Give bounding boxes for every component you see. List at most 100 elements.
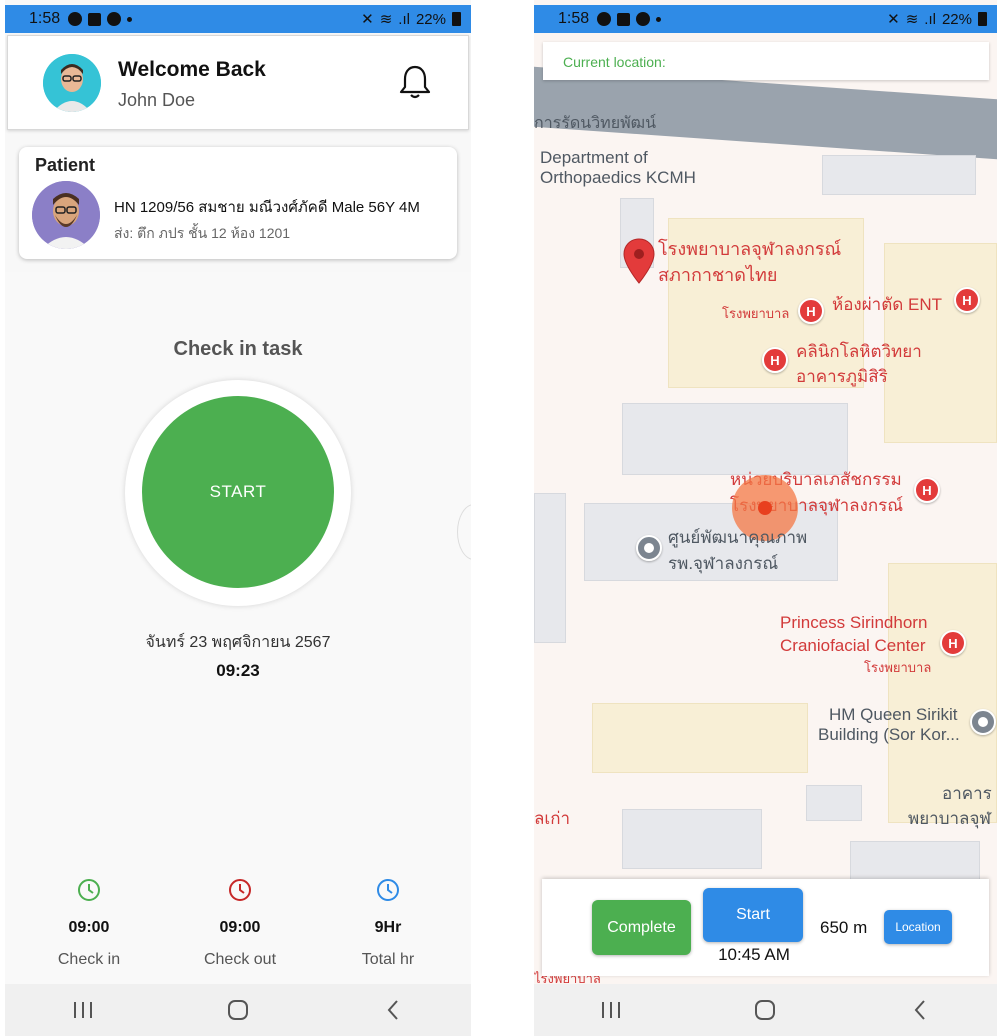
map-building <box>622 403 848 475</box>
complete-button[interactable]: Complete <box>592 900 691 955</box>
map-label-dept: Orthopaedics KCMH <box>540 168 696 187</box>
notification-icons <box>68 12 133 26</box>
system-icons: ✕ ≋ .ıl 22% <box>887 10 987 28</box>
start-task-button[interactable]: Start <box>703 888 803 942</box>
action-panel: Complete Start 10:45 AM 650 m Location <box>542 879 989 976</box>
clock-icon <box>229 879 251 901</box>
map-label-hm: HM Queen Sirikit <box>829 705 958 724</box>
check-out-label: Check out <box>203 951 277 968</box>
map-building <box>850 841 980 881</box>
map-label-princess: Craniofacial Center <box>780 636 926 655</box>
chat-icon <box>68 12 83 26</box>
map-label-road: การรัดนวิทยพัฒน์ <box>534 115 657 132</box>
bell-icon[interactable] <box>398 64 432 100</box>
check-icon <box>88 12 102 26</box>
left-phone-screen: 1:58 ✕ ≋ .ıl 22% Welcome Back John Doe P… <box>5 0 471 1036</box>
map-building <box>534 493 566 643</box>
battery-icon <box>978 12 987 26</box>
checkin-panel: Check in task START จันทร์ 23 พฤศจิกายน … <box>5 272 471 984</box>
recent-apps-icon[interactable] <box>581 990 641 1030</box>
dot-icon <box>656 16 662 22</box>
stat-check-out: 09:00 Check out <box>180 878 300 969</box>
user-avatar-icon <box>43 54 101 112</box>
map-label-ent: ห้องผ่าตัด ENT <box>832 295 943 314</box>
battery-icon <box>452 12 461 26</box>
place-pin-icon[interactable] <box>970 709 996 735</box>
status-bar: 1:58 ✕ ≋ .ıl 22% <box>534 5 997 33</box>
location-button[interactable]: Location <box>884 910 952 944</box>
clock-icon <box>78 879 100 901</box>
stat-total-hr: 9Hr Total hr <box>328 878 448 969</box>
user-avatar[interactable] <box>43 54 101 112</box>
hospital-pin-icon[interactable]: H <box>798 298 824 324</box>
home-icon[interactable] <box>208 990 268 1030</box>
start-time: 10:45 AM <box>718 945 790 964</box>
mute-icon: ✕ <box>887 11 900 28</box>
wifi-icon: ≋ <box>379 11 393 28</box>
back-icon[interactable] <box>890 990 950 1030</box>
checkin-title: Check in task <box>173 338 303 360</box>
start-ring: START <box>125 380 351 606</box>
patient-title: Patient <box>35 155 96 175</box>
map-label-clinic: อาคารภูมิสิริ <box>796 367 888 386</box>
check-out-value: 09:00 <box>219 919 261 936</box>
patient-destination: ส่ง: ตึก ภปร ชั้น 12 ห้อง 1201 <box>114 225 291 241</box>
sync-icon <box>107 12 122 26</box>
battery-text: 22% <box>415 10 446 28</box>
map-label-dept: Department of <box>540 148 648 167</box>
android-nav-bar <box>5 984 471 1036</box>
total-hr-value: 9Hr <box>374 919 402 936</box>
sync-icon <box>636 12 651 26</box>
recent-apps-icon[interactable] <box>53 990 113 1030</box>
patient-avatar-icon <box>32 181 100 249</box>
signal-icon: .ıl <box>924 10 936 28</box>
welcome-title: Welcome Back <box>118 58 266 81</box>
map-label-princess-small: โรงพยาบาล <box>864 660 932 675</box>
total-hr-label: Total hr <box>361 951 415 968</box>
map-label-princess: Princess Sirindhorn <box>780 613 928 632</box>
map-label-old: ลเก่า <box>534 809 571 828</box>
dot-icon <box>127 16 133 22</box>
map-label-center: ศูนย์พัฒนาคุณภาพ <box>668 528 808 547</box>
notification-icons <box>597 12 662 26</box>
patient-card[interactable]: Patient HN 1209/56 สมชาย มณีวงศ์ภัคดี Ma… <box>19 147 457 259</box>
place-pin-icon[interactable] <box>636 535 662 561</box>
wifi-icon: ≋ <box>905 11 919 28</box>
patient-info: HN 1209/56 สมชาย มณีวงศ์ภัคดี Male 56Y 4… <box>114 199 420 216</box>
map-label-clinic: คลินิกโลหิตวิทยา <box>796 342 922 361</box>
user-name: John Doe <box>118 90 196 110</box>
status-time: 1:58 <box>558 10 590 27</box>
back-icon[interactable] <box>363 990 423 1030</box>
checkin-date: จันทร์ 23 พฤศจิกายน 2567 <box>145 634 331 651</box>
map-view[interactable]: การรัดนวิทยพัฒน์ Department of Orthopaed… <box>534 33 997 984</box>
battery-text: 22% <box>941 10 972 28</box>
hospital-pin-icon[interactable]: H <box>762 347 788 373</box>
status-time: 1:58 <box>29 10 61 27</box>
map-label-building: พยาบาลจุฬ <box>908 809 992 828</box>
start-button[interactable]: START <box>142 396 334 588</box>
time-stats: 09:00 Check in 09:00 Check out 9Hr Total… <box>5 878 471 978</box>
map-building <box>806 785 862 821</box>
welcome-header: Welcome Back John Doe <box>7 35 469 130</box>
clock-icon <box>377 879 399 901</box>
side-handle[interactable] <box>457 504 471 560</box>
check-in-value: 09:00 <box>68 919 110 936</box>
current-location-dot <box>758 501 772 515</box>
map-label-hm: Building (Sor Kor... <box>818 725 960 744</box>
status-bar: 1:58 ✕ ≋ .ıl 22% <box>5 5 471 33</box>
current-location-label: Current location: <box>563 54 666 70</box>
map-building <box>822 155 976 195</box>
right-phone-screen: 1:58 ✕ ≋ .ıl 22% การรัดนวิทยพัฒน์ Depart… <box>534 0 997 1036</box>
location-pin-icon[interactable] <box>622 237 656 285</box>
map-building <box>622 809 762 869</box>
home-icon[interactable] <box>735 990 795 1030</box>
system-icons: ✕ ≋ .ıl 22% <box>361 10 461 28</box>
android-nav-bar <box>534 984 997 1036</box>
chat-icon <box>597 12 612 26</box>
hospital-pin-icon[interactable]: H <box>940 630 966 656</box>
map-label-hospital: โรงพยาบาลจุฬาลงกรณ์ <box>658 239 842 259</box>
hospital-pin-icon[interactable]: H <box>914 477 940 503</box>
map-building <box>592 703 808 773</box>
hospital-pin-icon[interactable]: H <box>954 287 980 313</box>
check-icon <box>617 12 631 26</box>
